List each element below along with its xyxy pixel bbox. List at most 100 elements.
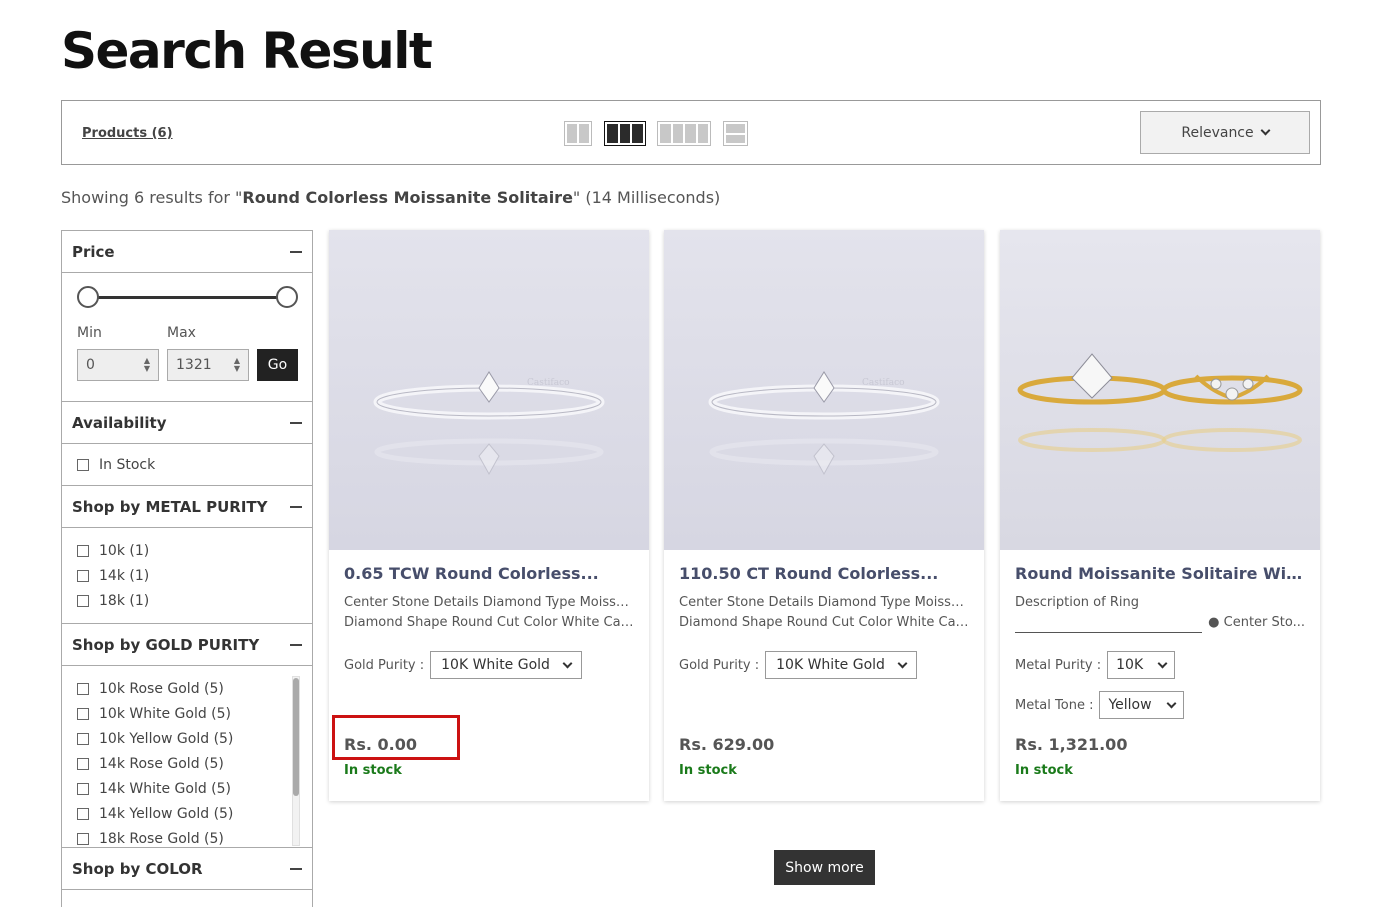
collapse-icon <box>290 505 302 508</box>
chevron-down-icon <box>1157 658 1168 668</box>
stock-status: In stock <box>679 763 737 778</box>
filter-option-label: 10k (1) <box>99 542 150 559</box>
gold-purity-facet-header[interactable]: Shop by GOLD PURITY <box>62 624 312 666</box>
description-line: Center Stone Details Diamond Type Moissa… <box>344 595 634 610</box>
filter-option-label: 14k Yellow Gold (5) <box>99 805 234 822</box>
product-card-body: Round Moissanite Solitaire With... Descr… <box>1000 550 1320 733</box>
price-slider-max-handle[interactable] <box>276 286 298 308</box>
collapse-icon <box>290 421 302 424</box>
metal-purity-facet-body: 10k (1) 14k (1) 18k (1) <box>62 528 312 624</box>
price-facet-body: Min Max 0 ▲ ▼ 1321 ▲ ▼ Go <box>62 273 312 402</box>
availability-facet-header[interactable]: Availability <box>62 402 312 444</box>
sort-select[interactable]: Relevance <box>1140 111 1310 154</box>
product-title[interactable]: 0.65 TCW Round Colorless... <box>344 564 634 583</box>
facet-scrollbar-thumb[interactable] <box>293 678 299 796</box>
filter-option[interactable]: 14k White Gold (5) <box>77 776 297 801</box>
option-label: Metal Tone : <box>1015 697 1094 713</box>
filter-option-label: 10k Yellow Gold (5) <box>99 730 234 747</box>
product-image[interactable]: Castifaco <box>329 230 649 550</box>
product-card[interactable]: Round Moissanite Solitaire With... Descr… <box>1000 230 1320 801</box>
filter-option-label: 10k White Gold (5) <box>99 705 232 722</box>
metal-purity-facet-title: Shop by METAL PURITY <box>72 497 268 516</box>
filter-option[interactable]: 18k Rose Gold (5) <box>77 826 297 847</box>
product-price: Rs. 1,321.00 <box>1015 735 1128 754</box>
filter-option[interactable]: 10k White Gold (5) <box>77 701 297 726</box>
filter-option[interactable]: 10k Yellow Gold (5) <box>77 726 297 751</box>
stock-status: In stock <box>1015 763 1073 778</box>
filter-option[interactable]: 14k Rose Gold (5) <box>77 751 297 776</box>
product-image[interactable] <box>1000 230 1320 550</box>
gold-purity-select[interactable]: 10K White Gold <box>430 651 582 679</box>
collapse-icon <box>290 250 302 253</box>
spinner-icon[interactable]: ▲ ▼ <box>234 357 240 373</box>
checkbox[interactable] <box>77 782 89 795</box>
product-card-body: 0.65 TCW Round Colorless... Center Stone… <box>329 550 649 693</box>
filter-option[interactable]: 14k (1) <box>77 563 297 588</box>
option-row: Gold Purity : 10K White Gold <box>679 651 969 679</box>
metal-tone-select[interactable]: Yellow <box>1099 691 1184 719</box>
option-row: Metal Purity : 10K <box>1015 651 1305 679</box>
checkbox[interactable] <box>77 544 89 557</box>
description-line: Diamond Shape Round Cut Color White Car.… <box>344 615 634 630</box>
checkbox[interactable] <box>77 757 89 770</box>
checkbox[interactable] <box>77 832 89 845</box>
show-more-button[interactable]: Show more <box>774 850 875 885</box>
filter-option[interactable]: 18k (1) <box>77 588 297 613</box>
metal-purity-facet-header[interactable]: Shop by METAL PURITY <box>62 486 312 528</box>
filter-option-label: 14k Rose Gold (5) <box>99 755 224 772</box>
price-slider-min-handle[interactable] <box>77 286 99 308</box>
spinner-icon[interactable]: ▲ ▼ <box>144 357 150 373</box>
products-tab[interactable]: Products (6) <box>82 126 173 141</box>
product-image[interactable]: Castifaco <box>664 230 984 550</box>
option-label: Gold Purity : <box>679 657 760 673</box>
checkbox[interactable] <box>77 707 89 720</box>
grid-cell <box>619 124 631 143</box>
filter-option[interactable]: 14k Yellow Gold (5) <box>77 801 297 826</box>
checkbox[interactable] <box>77 807 89 820</box>
product-title[interactable]: 110.50 CT Round Colorless... <box>679 564 969 583</box>
grid-3-view-button[interactable] <box>604 121 646 146</box>
stock-status: In stock <box>344 763 402 778</box>
filter-option[interactable]: 10k Rose Gold (5) <box>77 676 297 701</box>
grid-cell <box>697 124 708 143</box>
grid-cell <box>672 124 683 143</box>
checkbox[interactable] <box>77 458 89 471</box>
description-line: Center Stone Details Diamond Type Moissa… <box>679 595 969 610</box>
checkbox[interactable] <box>77 594 89 607</box>
watermark-text: Castifaco <box>527 378 570 388</box>
checkbox[interactable] <box>77 732 89 745</box>
filter-option-label: 18k (1) <box>99 592 150 609</box>
price-min-input[interactable]: 0 ▲ ▼ <box>77 349 159 381</box>
grid-2-view-button[interactable] <box>564 121 592 146</box>
ring-image <box>1017 353 1303 452</box>
checkbox[interactable] <box>77 569 89 582</box>
results-summary: Showing 6 results for "Round Colorless M… <box>61 188 720 207</box>
option-label: Gold Purity : <box>344 657 425 673</box>
filter-option-label: 14k (1) <box>99 567 150 584</box>
price-max-input[interactable]: 1321 ▲ ▼ <box>167 349 249 381</box>
filter-option[interactable]: In Stock <box>77 452 297 477</box>
list-view-button[interactable] <box>723 121 748 146</box>
filter-option[interactable]: 10k (1) <box>77 538 297 563</box>
description-line: ● Center Sto... <box>1015 613 1305 633</box>
description-rule <box>1015 619 1203 633</box>
price-go-button[interactable]: Go <box>257 349 298 381</box>
checkbox[interactable] <box>77 682 89 695</box>
product-title[interactable]: Round Moissanite Solitaire With... <box>1015 564 1305 583</box>
product-description: Center Stone Details Diamond Type Moissa… <box>344 593 634 633</box>
option-value: 10K <box>1116 657 1144 673</box>
filter-option-label: 14k White Gold (5) <box>99 780 232 797</box>
grid-cell <box>607 124 618 143</box>
option-value: 10K White Gold <box>776 657 885 673</box>
gold-purity-select[interactable]: 10K White Gold <box>765 651 917 679</box>
list-cell <box>726 134 745 143</box>
price-facet-title: Price <box>72 242 115 261</box>
price-max-value: 1321 <box>176 357 212 373</box>
chevron-down-icon <box>1166 698 1177 708</box>
metal-purity-select[interactable]: 10K <box>1107 651 1176 679</box>
color-facet-header[interactable]: Shop by COLOR <box>62 848 312 890</box>
product-card[interactable]: Castifaco 110.50 CT Round Colorless... C… <box>664 230 984 801</box>
grid-4-view-button[interactable] <box>657 121 711 146</box>
price-facet-header[interactable]: Price <box>62 231 312 273</box>
product-card-body: 110.50 CT Round Colorless... Center Ston… <box>664 550 984 693</box>
